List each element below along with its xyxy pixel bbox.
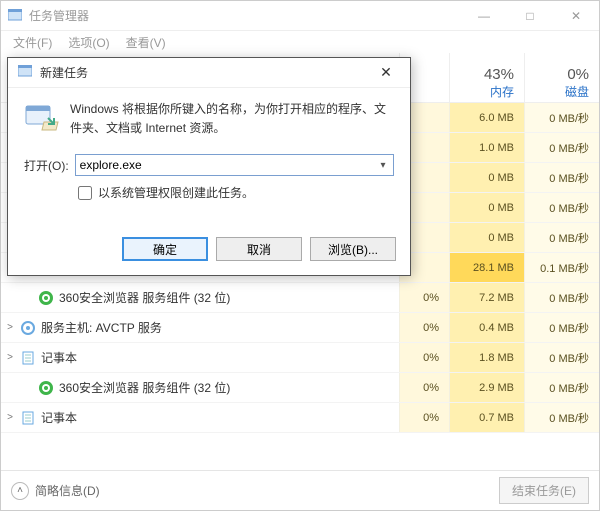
cell-disk: 0 MB/秒 xyxy=(524,133,599,162)
menu-options[interactable]: 选项(O) xyxy=(60,32,117,53)
cell-disk: 0 MB/秒 xyxy=(524,193,599,222)
dialog-title-bar: 新建任务 ✕ xyxy=(8,58,410,88)
cell-disk: 0 MB/秒 xyxy=(524,103,599,132)
table-row[interactable]: 360安全浏览器 服务组件 (32 位)0%7.2 MB0 MB/秒 xyxy=(1,283,599,313)
dialog-title: 新建任务 xyxy=(40,64,366,81)
cell-memory: 6.0 MB xyxy=(449,103,524,132)
brief-label: 简略信息(D) xyxy=(35,482,100,499)
col-disk[interactable]: 0% 磁盘 xyxy=(524,53,599,102)
cell-disk: 0 MB/秒 xyxy=(524,223,599,252)
process-name: 记事本 xyxy=(41,409,399,426)
footer: ˄ 简略信息(D) 结束任务(E) xyxy=(1,470,599,510)
cell-memory: 0.4 MB xyxy=(449,313,524,342)
cell-disk: 0 MB/秒 xyxy=(524,163,599,192)
dropdown-icon[interactable]: ▾ xyxy=(375,157,391,173)
cell-memory: 7.2 MB xyxy=(449,283,524,312)
table-row[interactable]: 360安全浏览器 服务组件 (32 位)0%2.9 MB0 MB/秒 xyxy=(1,373,599,403)
admin-label: 以系统管理权限创建此任务。 xyxy=(98,184,254,201)
cell-cpu: 0% xyxy=(399,343,449,372)
process-icon xyxy=(19,319,37,337)
app-icon xyxy=(7,8,23,24)
menu-bar: 文件(F) 选项(O) 查看(V) xyxy=(1,31,599,53)
mem-label: 内存 xyxy=(450,83,514,100)
minimize-button[interactable]: — xyxy=(461,1,507,31)
col-memory[interactable]: 43% 内存 xyxy=(449,53,524,102)
cell-cpu: 0% xyxy=(399,373,449,402)
process-icon xyxy=(19,349,37,367)
cell-disk: 0 MB/秒 xyxy=(524,403,599,432)
dialog-description: Windows 将根据你所键入的名称，为你打开相应的程序、文件夹、文档或 Int… xyxy=(70,100,394,138)
ok-button[interactable]: 确定 xyxy=(122,237,208,261)
browse-button[interactable]: 浏览(B)... xyxy=(310,237,396,261)
dialog-icon xyxy=(18,65,34,81)
cell-disk: 0 MB/秒 xyxy=(524,373,599,402)
cell-memory: 0.7 MB xyxy=(449,403,524,432)
open-combo: ▾ xyxy=(75,154,394,176)
chevron-up-icon: ˄ xyxy=(11,482,29,500)
cell-cpu: 0% xyxy=(399,403,449,432)
maximize-button[interactable]: □ xyxy=(507,1,553,31)
open-input[interactable] xyxy=(75,154,394,176)
cell-cpu: 0% xyxy=(399,313,449,342)
cell-disk: 0 MB/秒 xyxy=(524,343,599,372)
end-task-button[interactable]: 结束任务(E) xyxy=(499,477,589,504)
disk-label: 磁盘 xyxy=(525,83,589,100)
process-name: 360安全浏览器 服务组件 (32 位) xyxy=(59,289,399,306)
new-task-dialog: 新建任务 ✕ Windows 将根据你所键入的名称，为你打开相应的程序、文件夹、… xyxy=(7,57,411,276)
cell-memory: 1.8 MB xyxy=(449,343,524,372)
process-name: 记事本 xyxy=(41,349,399,366)
menu-view[interactable]: 查看(V) xyxy=(118,32,174,53)
cell-cpu: 0% xyxy=(399,283,449,312)
cell-memory: 0 MB xyxy=(449,193,524,222)
run-icon xyxy=(24,100,60,136)
expand-icon[interactable]: > xyxy=(1,322,19,333)
disk-percent: 0% xyxy=(525,66,589,83)
admin-checkbox[interactable] xyxy=(78,186,92,200)
menu-file[interactable]: 文件(F) xyxy=(5,32,60,53)
dialog-close-button[interactable]: ✕ xyxy=(366,59,406,87)
cell-memory: 0 MB xyxy=(449,223,524,252)
table-row[interactable]: > 服务主机: AVCTP 服务0%0.4 MB0 MB/秒 xyxy=(1,313,599,343)
process-icon xyxy=(37,379,55,397)
window-buttons: — □ ✕ xyxy=(461,1,599,31)
process-icon xyxy=(37,289,55,307)
window-title: 任务管理器 xyxy=(29,7,461,24)
close-button[interactable]: ✕ xyxy=(553,1,599,31)
cell-memory: 2.9 MB xyxy=(449,373,524,402)
open-label: 打开(O): xyxy=(24,157,69,174)
process-name: 服务主机: AVCTP 服务 xyxy=(41,319,399,336)
process-icon xyxy=(19,409,37,427)
cell-disk: 0 MB/秒 xyxy=(524,283,599,312)
brief-info-toggle[interactable]: ˄ 简略信息(D) xyxy=(11,482,100,500)
expand-icon[interactable]: > xyxy=(1,352,19,363)
cancel-button[interactable]: 取消 xyxy=(216,237,302,261)
mem-percent: 43% xyxy=(450,66,514,83)
cell-disk: 0 MB/秒 xyxy=(524,313,599,342)
cell-memory: 28.1 MB xyxy=(449,253,524,282)
table-row[interactable]: > 记事本0%1.8 MB0 MB/秒 xyxy=(1,343,599,373)
cell-memory: 0 MB xyxy=(449,163,524,192)
expand-icon[interactable]: > xyxy=(1,412,19,423)
cell-memory: 1.0 MB xyxy=(449,133,524,162)
table-row[interactable]: > 记事本0%0.7 MB0 MB/秒 xyxy=(1,403,599,433)
cell-disk: 0.1 MB/秒 xyxy=(524,253,599,282)
process-name: 360安全浏览器 服务组件 (32 位) xyxy=(59,379,399,396)
title-bar: 任务管理器 — □ ✕ xyxy=(1,1,599,31)
